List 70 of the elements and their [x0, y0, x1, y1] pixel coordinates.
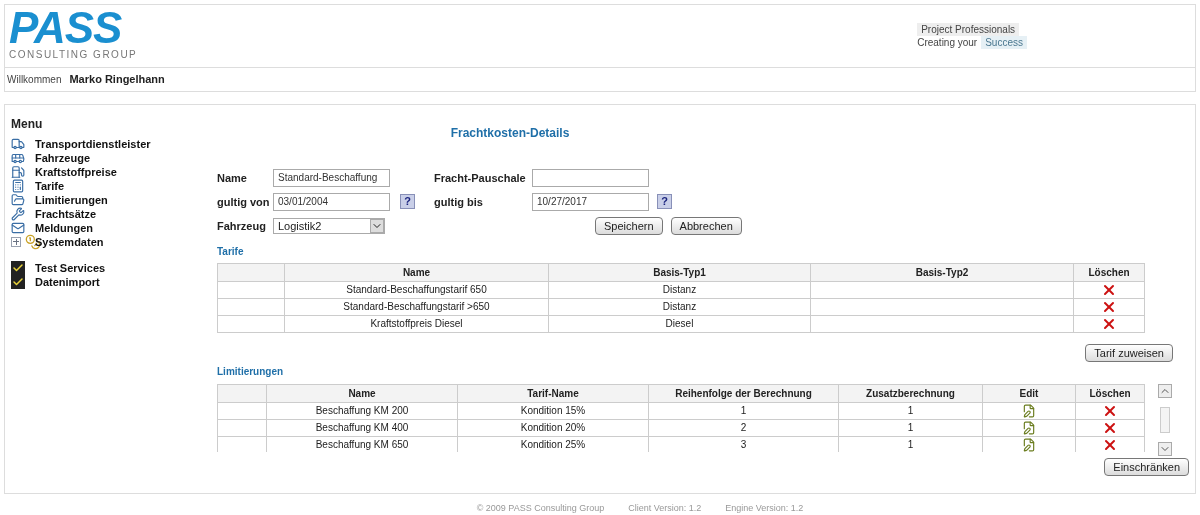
action-button[interactable]: Speichern — [595, 216, 663, 235]
edit-icon[interactable] — [1022, 437, 1036, 452]
footer-text: © 2009 PASS Consulting Group — [476, 501, 605, 515]
text-field[interactable] — [532, 168, 649, 187]
user-name: Marko Ringelhann — [69, 72, 165, 88]
table-cell: Beschaffung KM 400 — [266, 419, 458, 437]
scroll-up-icon[interactable] — [1158, 383, 1172, 398]
help-button[interactable]: ? — [400, 194, 415, 210]
menu-title: Menu — [11, 115, 44, 133]
column-header: Name — [266, 384, 458, 403]
logo-wordmark: PASS — [9, 7, 122, 49]
envelope-icon — [11, 220, 25, 235]
column-header: Edit — [982, 384, 1076, 403]
vehicle-select[interactable]: Logistik2 — [273, 217, 385, 234]
table-cell: Standard-Beschaffungstarif >650 — [284, 298, 549, 316]
text-field[interactable]: 10/27/2017 — [532, 192, 649, 211]
text-field[interactable]: 03/01/2004 — [273, 192, 390, 211]
page-title: Frachtkosten-Details — [450, 124, 570, 142]
scroll-down-icon[interactable] — [1158, 441, 1172, 456]
wrench-icon — [11, 206, 25, 221]
table-cell: Standard-Beschaffungstarif 650 — [284, 281, 549, 299]
dropdown-icon — [370, 218, 384, 233]
help-button[interactable]: ? — [657, 194, 672, 210]
column-header: Name — [284, 263, 549, 282]
folder-icon — [11, 192, 25, 207]
column-header: Basis-Typ2 — [810, 263, 1074, 282]
text-field[interactable]: Standard-Beschaffung — [273, 168, 390, 187]
tagline: Creating your — [917, 36, 978, 49]
column-header: Tarif-Name — [457, 384, 649, 403]
action-button[interactable]: Einschränken — [1104, 457, 1189, 476]
field-label: gultig von — [217, 194, 271, 210]
scroll-thumb[interactable] — [1160, 406, 1170, 433]
table-cell: Beschaffung KM 200 — [266, 402, 458, 420]
table-cell: 1 — [838, 419, 983, 437]
field-label: gultig bis — [434, 194, 484, 210]
table-cell: 2 — [648, 419, 839, 437]
checkmark-icon — [11, 260, 25, 275]
table-cell: Kondition 20% — [457, 419, 649, 437]
field-label: Name — [217, 170, 248, 186]
field-label: Fracht-Pauschale — [434, 170, 527, 186]
column-header: Zusatzberechnung — [838, 384, 983, 403]
edit-icon[interactable] — [1022, 420, 1036, 435]
table-cell: Distanz — [548, 281, 811, 299]
footer-text: Client Version: 1.2 — [628, 501, 702, 515]
tagline: Project Professionals — [917, 23, 1020, 36]
table-cell: Distanz — [548, 298, 811, 316]
column-header: Basis-Typ1 — [548, 263, 811, 282]
table-cell: Kraftstoffpreis Diesel — [284, 315, 549, 333]
truck-icon — [11, 136, 25, 151]
edit-icon[interactable] — [1022, 403, 1036, 418]
action-button[interactable]: Tarif zuweisen — [1085, 343, 1173, 362]
table-cell: 1 — [648, 402, 839, 420]
section-title: Limitierungen — [217, 364, 285, 379]
table-cell: Kondition 15% — [457, 402, 649, 420]
column-header: Löschen — [1075, 384, 1145, 403]
calculator-icon — [11, 178, 25, 193]
tagline-highlight: Success — [981, 36, 1027, 49]
section-title: Tarife — [217, 244, 245, 259]
footer-text: Engine Version: 1.2 — [725, 501, 804, 515]
field-label: Fahrzeug — [217, 218, 267, 234]
table-cell: Diesel — [548, 315, 811, 333]
expand-icon[interactable] — [11, 236, 21, 247]
table-cell: 1 — [838, 402, 983, 420]
logo-subtitle: CONSULTING GROUP — [9, 49, 138, 61]
scrollbar[interactable] — [1157, 383, 1173, 456]
column-header: Löschen — [1073, 263, 1145, 282]
action-button[interactable]: Abbrechen — [670, 216, 742, 235]
welcome-label: Willkommen — [7, 72, 62, 87]
column-header: Reihenfolge der Berechnung — [648, 384, 839, 403]
fuel-pump-icon — [11, 164, 25, 179]
